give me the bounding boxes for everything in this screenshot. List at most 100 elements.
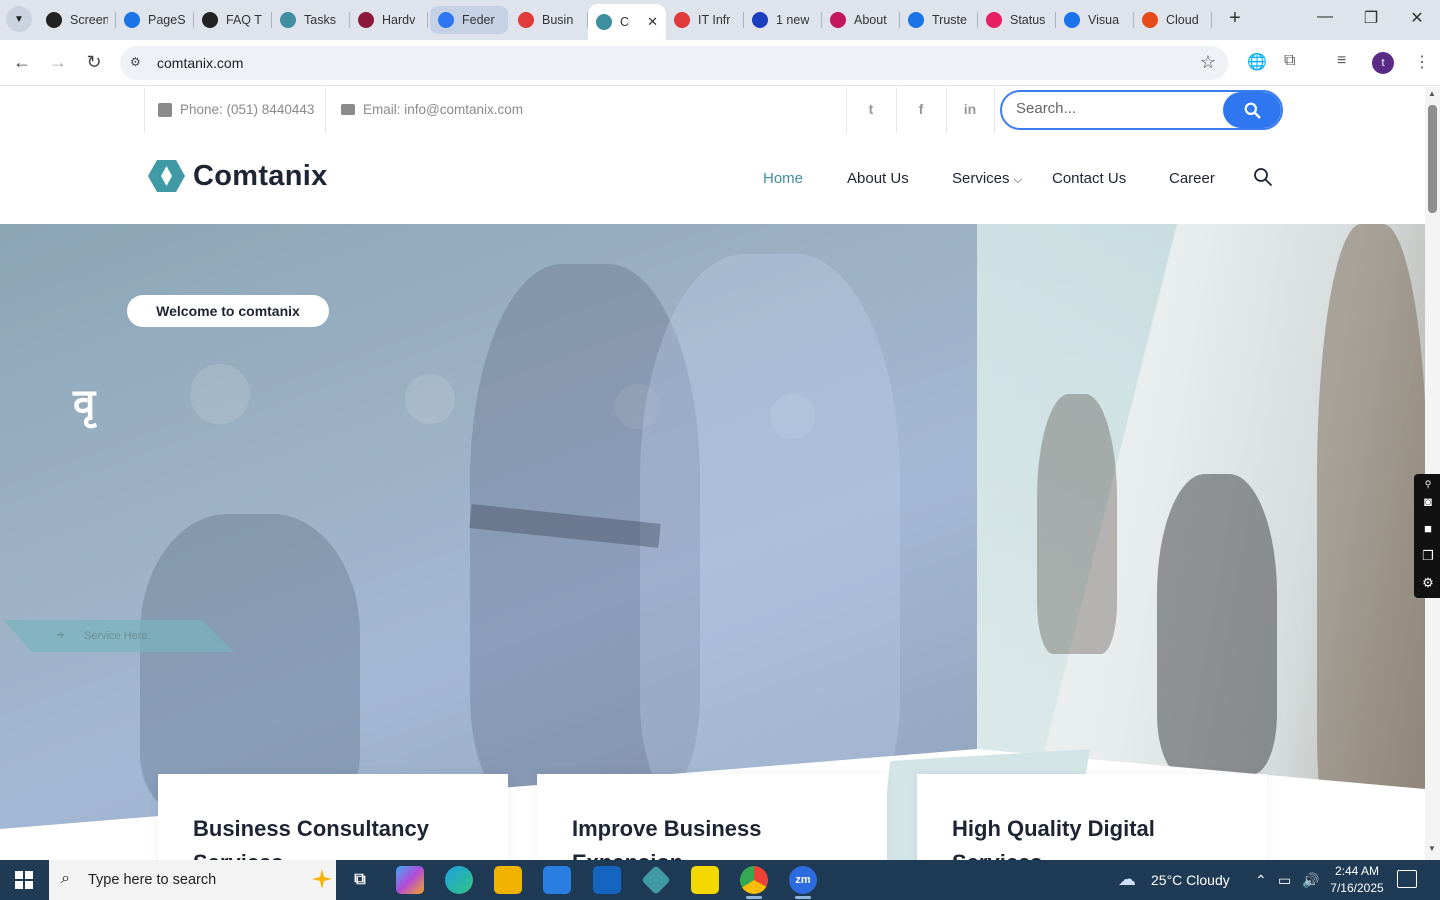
nav-career[interactable]: Career (1169, 170, 1215, 187)
tab-label: IT Infr (698, 13, 731, 27)
site-search-button[interactable] (1223, 92, 1281, 128)
tray-expand-icon[interactable]: ⌃ (1255, 872, 1267, 889)
site-search (1000, 90, 1283, 130)
browser-tab[interactable]: Cloud (1134, 4, 1212, 36)
browser-tab[interactable]: PageS (116, 4, 194, 36)
edge-app-icon[interactable] (445, 866, 473, 894)
site-settings-icon[interactable]: ⚙ (130, 55, 146, 71)
volume-icon[interactable]: 🔊 (1302, 872, 1319, 889)
email-text[interactable]: Email: info@comtanix.com (363, 102, 523, 117)
phone-text: Phone: (051) 8440443 (180, 102, 315, 117)
service-card-consultancy[interactable]: Business Consultancy Services (158, 774, 508, 860)
service-card-expansion[interactable]: Improve Business Expansion (537, 774, 887, 860)
windows-logo-icon (15, 871, 33, 889)
service-card-digital[interactable]: High Quality Digital Services (917, 774, 1267, 860)
browser-tab[interactable]: Screen (38, 4, 116, 36)
window-icon[interactable]: ❐ (1420, 548, 1436, 564)
tab-label: FAQ T (226, 13, 262, 27)
scrollbar-thumb[interactable] (1428, 105, 1437, 213)
nav-services-label: Services (952, 170, 1010, 187)
tab-label: Screen (70, 13, 108, 27)
card-title: Improve Business Expansion (572, 816, 762, 860)
facebook-icon[interactable]: f (911, 101, 931, 117)
video-icon[interactable]: ■ (1420, 521, 1436, 537)
translate-icon[interactable]: 🌐 (1247, 52, 1267, 72)
tab-search-button[interactable]: ▼ (6, 6, 32, 32)
header-search-icon[interactable] (1253, 167, 1273, 187)
divider (896, 87, 897, 133)
bookmark-star-icon[interactable]: ☆ (1200, 52, 1216, 73)
extensions-icon[interactable]: ⧉ (1284, 52, 1295, 70)
browser-tab[interactable]: Visua (1056, 4, 1134, 36)
close-tab-icon[interactable]: ✕ (647, 14, 658, 30)
start-button[interactable] (0, 860, 48, 900)
tab-list: Screen PageS FAQ T Tasks Hardv Feder Busin C ✕ IT… (38, 4, 1212, 40)
nav-services[interactable]: Services ⌵ (952, 170, 1022, 187)
diamond-icon (674, 12, 690, 28)
taskbar-search-placeholder: Type here to search (88, 872, 217, 888)
weather-text[interactable]: 25°C Cloudy (1151, 872, 1230, 888)
browser-tab[interactable]: Feder (430, 6, 508, 34)
taskbar-search[interactable]: ⌕ Type here to search (49, 860, 336, 900)
scroll-up-arrow-icon[interactable]: ▲ (1428, 89, 1436, 98)
store-app-icon[interactable] (543, 866, 571, 894)
nav-contact-us[interactable]: Contact Us (1052, 170, 1126, 187)
browser-tab[interactable]: Hardv (350, 4, 428, 36)
sticky-notes-icon[interactable] (691, 866, 719, 894)
media-controls-icon[interactable]: ≡ (1337, 52, 1346, 70)
browser-menu-icon[interactable]: ⋮ (1414, 52, 1430, 72)
mail-app-icon[interactable] (593, 866, 621, 894)
welcome-badge: Welcome to comtanix (127, 295, 329, 327)
browser-tab[interactable]: Status (978, 4, 1056, 36)
file-explorer-icon[interactable] (494, 866, 522, 894)
copilot-app-icon[interactable] (396, 866, 424, 894)
new-tab-button[interactable]: + (1224, 8, 1246, 30)
forward-button[interactable]: → (47, 52, 69, 72)
site-logo[interactable]: Comtanix (148, 159, 328, 193)
search-icon: ⌕ (61, 870, 70, 887)
address-bar[interactable]: ⚙ comtanix.com ☆ (120, 46, 1228, 80)
chrome-app-icon[interactable] (740, 866, 768, 899)
close-window-button[interactable]: ✕ (1405, 8, 1429, 28)
browser-tab[interactable]: About (822, 4, 900, 36)
zoom-app-icon[interactable]: zm (789, 866, 817, 899)
browser-tab[interactable]: C ✕ (588, 4, 666, 40)
linkedin-icon[interactable]: in (960, 101, 980, 117)
chevron-down-icon: ⌵ (1013, 174, 1023, 186)
notification-center-icon[interactable] (1397, 870, 1417, 888)
browser-tab[interactable]: FAQ T (194, 4, 272, 36)
network-icon[interactable]: ▭ (1278, 872, 1291, 889)
reload-button[interactable]: ↻ (83, 52, 105, 72)
site-search-input[interactable] (1016, 100, 1216, 117)
browser-tab[interactable]: Tasks (272, 4, 350, 36)
site-topbar: Phone: (051) 8440443 Email: info@comtani… (0, 87, 1425, 133)
comtanix-icon (596, 14, 612, 30)
divider (846, 87, 847, 133)
browser-window: ▼ Screen PageS FAQ T Tasks Hardv Feder Busin C ✕… (0, 0, 1440, 860)
nav-home[interactable]: Home (763, 170, 803, 187)
twitter-icon[interactable]: t (861, 101, 881, 117)
browser-tab[interactable]: Truste (900, 4, 978, 36)
tab-label: C (620, 15, 630, 29)
pin-icon[interactable]: ⚲ (1420, 476, 1436, 492)
browser-tab[interactable]: Busin (510, 4, 588, 36)
minimize-button[interactable]: — (1313, 8, 1337, 26)
task-view-icon[interactable]: ⧉ (346, 866, 374, 894)
tab-label: PageS (148, 13, 186, 27)
browser-tab[interactable]: 1 new (744, 4, 822, 36)
tab-label: 1 new (776, 13, 810, 27)
maximize-button[interactable]: ❐ (1359, 8, 1383, 28)
slash-icon (1142, 12, 1158, 28)
comtanix-app-icon[interactable] (641, 865, 671, 895)
gear-icon[interactable]: ⚙ (1420, 575, 1436, 591)
nav-about-us[interactable]: About Us (847, 170, 909, 187)
system-clock[interactable]: 2:44 AM 7/16/2025 (1326, 863, 1388, 897)
card-title: High Quality Digital Services (952, 816, 1155, 860)
browser-tab[interactable]: IT Infr (666, 4, 744, 36)
profile-avatar[interactable]: t (1372, 52, 1394, 74)
scroll-down-arrow-icon[interactable]: ▼ (1428, 844, 1436, 853)
eye-icon (46, 12, 62, 28)
clock-date: 7/16/2025 (1330, 881, 1384, 895)
back-button[interactable]: ← (11, 52, 33, 72)
camera-icon[interactable]: ◙ (1420, 494, 1436, 510)
